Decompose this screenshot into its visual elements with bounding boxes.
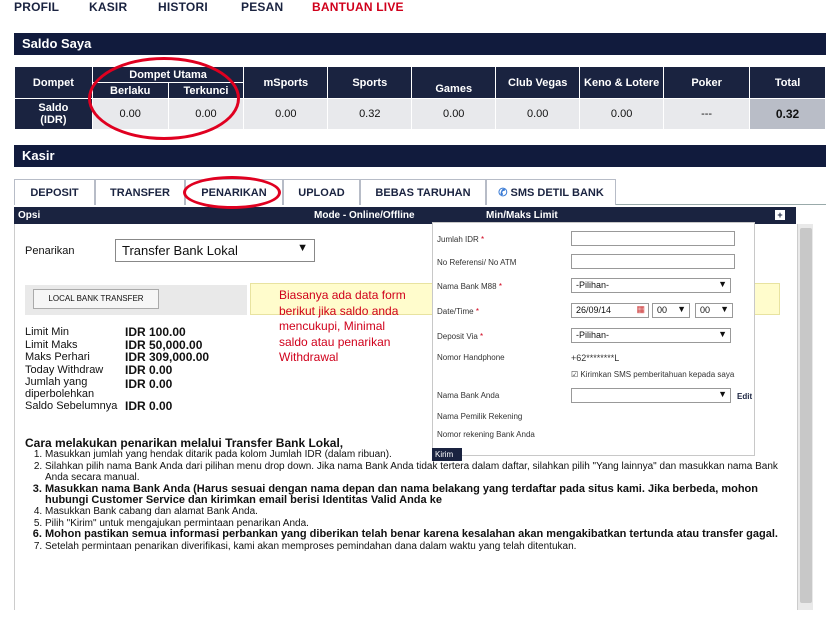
label-phone: Nomor Handphone [437,353,505,362]
val-sports: 0.32 [327,98,413,130]
nav-histori[interactable]: HISTORI [158,0,208,14]
val-clubvegas: 0.00 [495,98,581,130]
col-msports: mSports [243,66,329,99]
chevron-down-icon: ▼ [718,329,727,339]
val-berlaku: 0.00 [91,98,169,130]
chevron-down-icon: ▼ [677,304,686,314]
tab-sms-detil-bank[interactable]: ✆ SMS DETIL BANK [486,179,616,205]
val-poker: --- [663,98,751,130]
minute-select[interactable]: 00 ▼ [695,303,733,318]
col-dompet: Dompet [14,66,93,99]
bank-m88-select[interactable]: -Pilihan- ▼ [571,278,731,293]
penarikan-label: Penarikan [25,245,75,257]
list-item: Mohon pastikan semua informasi perbankan… [45,528,785,540]
col-total: Total [749,66,826,99]
opsi-col-mode: Mode - Online/Offline [314,210,415,221]
col-dompet-utama: Dompet Utama [91,66,245,83]
tab-transfer[interactable]: TRANSFER [95,179,185,205]
nav-kasir[interactable]: KASIR [89,0,127,14]
opsi-col-limit: Min/Maks Limit [486,210,558,221]
label-pemilik: Nama Pemilik Rekening [437,412,523,421]
chevron-down-icon: ▼ [297,242,308,254]
nav-profil[interactable]: PROFIL [14,0,59,14]
list-item: Masukkan Bank cabang dan alamat Bank And… [45,506,785,517]
label-jumlah: Jumlah IDR * [437,235,485,244]
tab-penarikan[interactable]: PENARIKAN [185,179,283,205]
val-keno: 0.00 [579,98,665,130]
checkbox-icon[interactable]: ☑ [571,370,578,379]
edit-link[interactable]: Edit [737,392,752,401]
phone-icon: ✆ [498,187,508,199]
row-saldo-label: Saldo (IDR) [14,98,93,130]
list-item: Masukkan jumlah yang hendak ditarik pada… [45,449,785,460]
nav-pesan[interactable]: PESAN [241,0,283,14]
nav-bantuan-live[interactable]: BANTUAN LIVE [312,0,404,14]
tab-upload[interactable]: UPLOAD [283,179,360,205]
chevron-down-icon: ▼ [718,279,727,289]
phone-value: +62********L [571,353,620,363]
col-clubvegas: Club Vegas [495,66,581,99]
val-msports: 0.00 [243,98,329,130]
top-nav: PROFIL KASIR HISTORI PESAN BANTUAN LIVE [0,0,830,16]
chevron-down-icon: ▼ [720,304,729,314]
jumlah-input[interactable] [571,231,735,246]
label-deposit-via: Deposit Via * [437,332,484,341]
chevron-down-icon: ▼ [718,389,727,399]
limits-list: Limit Min IDR 100.00 Limit Maks IDR 50,000… [25,325,210,413]
val-terkunci: 0.00 [167,98,245,130]
list-item: Setelah permintaan penarikan diverifikas… [45,541,785,552]
withdraw-form: Jumlah IDR * No Referensi/ No ATM Nama B… [432,222,755,456]
kasir-section-title: Kasir [14,145,826,167]
hour-select[interactable]: 00 ▼ [652,303,690,318]
kasir-tabs: DEPOSIT TRANSFER PENARIKAN UPLOAD BEBAS … [14,179,826,205]
calendar-icon[interactable]: ▦ [636,304,645,315]
instructions-list: Masukkan jumlah yang hendak ditarik pada… [25,449,785,552]
scrollbar-thumb[interactable] [800,228,812,603]
saldo-section-title: Saldo Saya [14,33,826,55]
bank-anda-select[interactable]: ▼ [571,388,731,403]
expand-icon[interactable]: + [775,210,785,220]
col-keno: Keno & Lotere [579,66,665,99]
sms-checkbox-row[interactable]: ☑ Kirimkan SMS pemberitahuan kepada saya [571,370,734,379]
instructions-title: Cara melakukan penarikan melalui Transfe… [25,436,344,450]
penarikan-method-select[interactable]: Transfer Bank Lokal ▼ [115,239,315,262]
date-input[interactable]: 26/09/14 ▦ [571,303,649,318]
list-item: Silahkan pilih nama Bank Anda dari pilih… [45,461,785,484]
label-date: Date/Time * [437,307,479,316]
label-referensi: No Referensi/ No ATM [437,258,517,267]
col-poker: Poker [663,66,751,99]
scrollbar[interactable] [797,224,813,610]
referensi-input[interactable] [571,254,735,269]
col-games: Games [411,66,497,99]
saldo-table: Dompet Dompet Utama mSports Sports Games… [14,66,826,130]
val-total: 0.32 [749,98,826,130]
deposit-via-select[interactable]: -Pilihan- ▼ [571,328,731,343]
tab-bebas-taruhan[interactable]: BEBAS TARUHAN [360,179,486,205]
col-berlaku: Berlaku [91,82,169,99]
redacted-mark [433,72,474,81]
list-item: Masukkan nama Bank Anda (Harus sesuai de… [45,483,785,507]
label-bank-m88: Nama Bank M88 * [437,282,502,291]
val-games: 0.00 [411,98,497,130]
tab-deposit[interactable]: DEPOSIT [14,179,95,205]
label-bank-anda: Nama Bank Anda [437,391,500,400]
annotation-note: Biasanya ada data form berikut jika sald… [279,288,406,364]
col-terkunci: Terkunci [167,82,245,99]
local-bank-transfer-button[interactable]: LOCAL BANK TRANSFER [33,289,159,309]
opsi-col-opsi: Opsi [18,210,41,221]
instructions: Cara melakukan penarikan melalui Transfe… [25,436,785,552]
col-sports: Sports [327,66,413,99]
